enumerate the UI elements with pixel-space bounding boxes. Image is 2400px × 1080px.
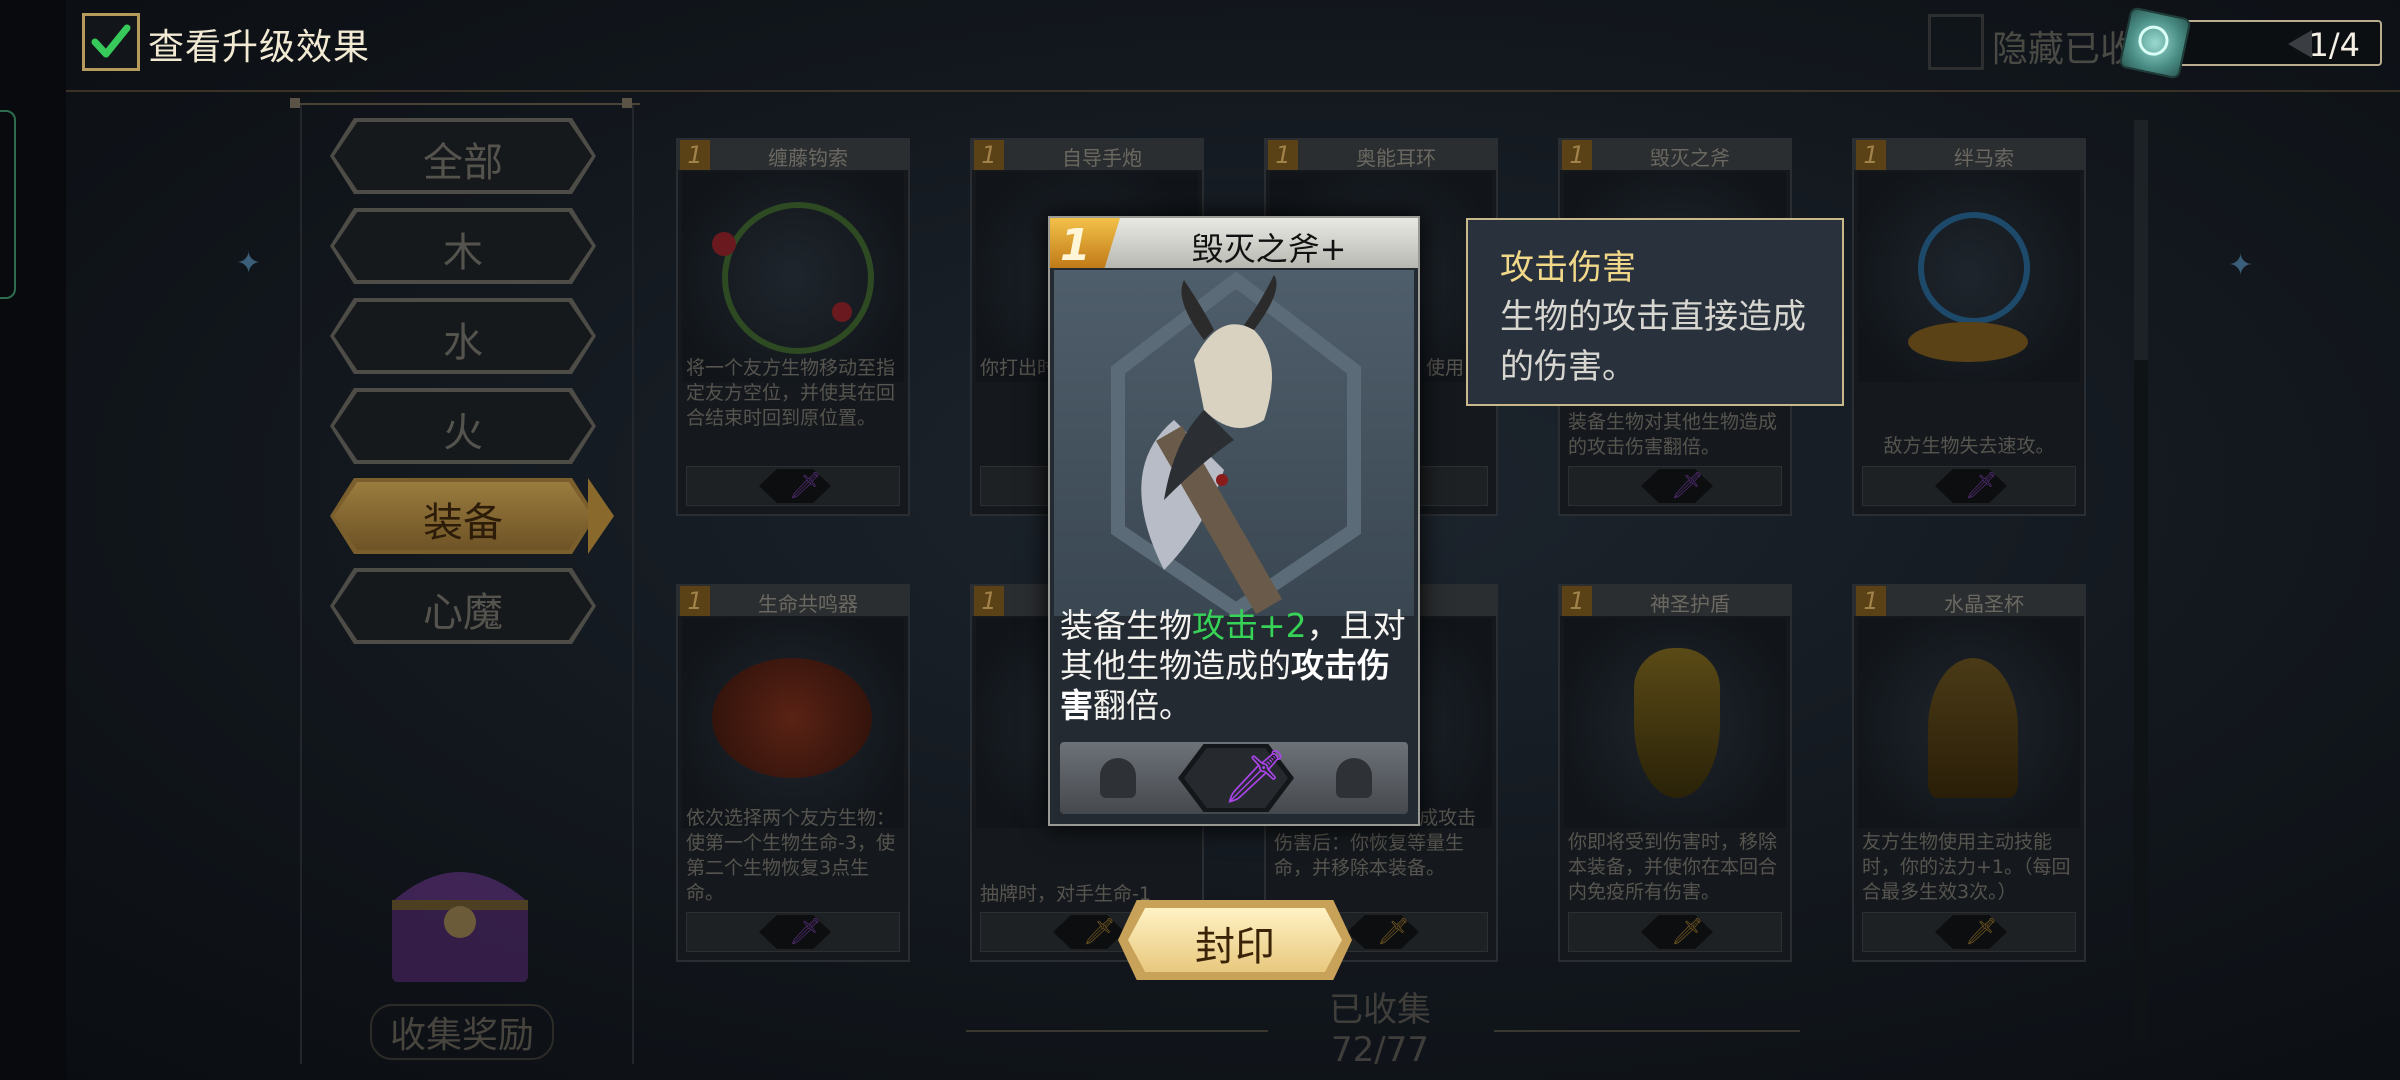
card-art — [1858, 618, 2080, 828]
collection-reward-button[interactable]: 收集奖励 — [370, 1004, 554, 1060]
show-upgrade-label[interactable]: 查看升级效果 — [148, 18, 370, 70]
card-desc: 敌方生物失去速攻。 — [1883, 435, 2055, 457]
card-name: 奥能耳环 — [1356, 146, 1436, 170]
filter-wood[interactable]: 木 — [330, 208, 596, 284]
divider-line — [966, 1030, 1268, 1032]
card-name: 绊马索 — [1954, 146, 2014, 170]
detail-name: 毁灭之斧+ — [1191, 230, 1347, 268]
dagger-icon: 🗡 — [1671, 917, 1705, 947]
dagger-icon: 🗡 — [789, 471, 823, 501]
card-level: 1 — [1268, 140, 1298, 170]
filter-inner-demon[interactable]: 心魔 — [330, 568, 596, 644]
card-level: 1 — [974, 140, 1004, 170]
filter-label: 水 — [443, 320, 483, 366]
card-list-scrollbar[interactable] — [2134, 120, 2148, 1040]
card-crystal-grail[interactable]: 1 水晶圣杯 友方生物使用主动技能时，你的法力+1。（每回合最多生效3次。） 🗡 — [1852, 584, 2086, 962]
card-art — [682, 618, 904, 828]
sparkle-icon: ✦ — [236, 246, 262, 281]
card-holy-shield[interactable]: 1 神圣护盾 你即将受到伤害时，移除本装备，并使你在本回合内免疫所有伤害。 🗡 — [1558, 584, 1792, 962]
rune-gem-icon — [2118, 6, 2192, 80]
card-name: 自导手炮 — [1062, 146, 1142, 170]
keyword-tooltip: 攻击伤害 生物的攻击直接造成的伤害。 — [1466, 218, 1844, 406]
card-slot: 🗡 — [686, 466, 900, 506]
dagger-icon: 🗡 — [1671, 471, 1705, 501]
filter-water[interactable]: 水 — [330, 298, 596, 374]
detail-level: 1 — [1060, 220, 1091, 271]
card-art — [1858, 172, 2080, 382]
dagger-icon: 🗡 — [789, 917, 823, 947]
tooltip-title: 攻击伤害 — [1500, 248, 1636, 288]
card-slot: 🗡 — [1862, 466, 2076, 506]
filter-label: 装备 — [423, 500, 503, 546]
card-name: 缠藤钩索 — [768, 146, 848, 170]
collected-counter: 已收集 72/77 — [1300, 990, 1460, 1070]
seal-button[interactable]: 封印 — [1118, 900, 1352, 980]
card-desc: 你即将受到伤害时，移除本装备，并使你在本回合内免疫所有伤害。 — [1568, 831, 1778, 903]
helmet-icon — [1100, 758, 1136, 798]
attack-bonus-highlight: 攻击+2 — [1192, 606, 1307, 645]
card-level: 1 — [680, 140, 710, 170]
card-slot: 🗡 — [1568, 912, 1782, 952]
header-divider — [66, 90, 2400, 92]
doom-axe-illustration — [1111, 271, 1361, 619]
detail-slot-bar: 🗡 — [1060, 742, 1408, 814]
seal-button-label: 封印 — [1195, 924, 1275, 970]
sparkle-icon: ✦ — [2228, 248, 2254, 283]
filter-label: 心魔 — [423, 590, 503, 636]
card-slot: 🗡 — [1568, 466, 1782, 506]
checkmark-icon — [91, 24, 131, 58]
card-name: 水晶圣杯 — [1944, 592, 2024, 616]
card-art — [682, 172, 904, 382]
card-desc: 友方生物使用主动技能时，你的法力+1。（每回合最多生效3次。） — [1862, 831, 2071, 903]
dagger-icon: 🗡 — [1083, 917, 1117, 947]
card-desc: 将一个友方生物移动至指定友方空位，并使其在回合结束时回到原位置。 — [686, 357, 896, 429]
card-vine-hook[interactable]: 1 缠藤钩索 将一个友方生物移动至指定友方空位，并使其在回合结束时回到原位置。 … — [676, 138, 910, 516]
hide-collected-checkbox[interactable] — [1928, 14, 1984, 70]
card-life-resonator[interactable]: 1 生命共鸣器 依次选择两个友方生物：使第一个生物生命-3，使第二个生物恢复3点… — [676, 584, 910, 962]
side-drawer-handle[interactable] — [0, 110, 16, 299]
show-upgrade-checkbox[interactable] — [82, 13, 140, 71]
filter-equipment[interactable]: 装备 — [330, 478, 596, 554]
filter-panel-top-bar — [270, 98, 660, 110]
collected-count: 72/77 — [1331, 1030, 1429, 1070]
dagger-icon: 🗡 — [1965, 917, 1999, 947]
card-name: 毁灭之斧 — [1650, 146, 1730, 170]
tooltip-body: 生物的攻击直接造成的伤害。 — [1500, 297, 1806, 387]
collected-label: 已收集 — [1329, 990, 1431, 1030]
card-desc: 装备生物对其他生物造成的攻击伤害翻倍。 — [1568, 411, 1778, 458]
selected-card-detail: 1 毁灭之斧+ 装备生物攻击+2，且对其他生物造成的攻击伤害翻倍。 🗡 — [1048, 216, 1420, 826]
dagger-icon: 🗡 — [1965, 471, 1999, 501]
card-name: 生命共鸣器 — [758, 592, 858, 616]
card-slot: 🗡 — [686, 912, 900, 952]
dagger-icon: 🗡 — [1377, 917, 1411, 947]
card-level: 1 — [1856, 140, 1886, 170]
dagger-icon: 🗡 — [1222, 747, 1289, 807]
card-level: 1 — [680, 586, 710, 616]
helmet-icon — [1336, 758, 1372, 798]
card-art — [1564, 618, 1786, 828]
page-indicator-text: 1/4 — [2308, 26, 2361, 64]
detail-description: 装备生物攻击+2，且对其他生物造成的攻击伤害翻倍。 — [1060, 606, 1406, 725]
filter-all[interactable]: 全部 — [330, 118, 596, 194]
card-level: 1 — [1856, 586, 1886, 616]
card-trip-rope[interactable]: 1 绊马索 敌方生物失去速攻。 🗡 — [1852, 138, 2086, 516]
hide-collected-label[interactable]: 隐藏已收 — [1992, 20, 2136, 72]
filter-label: 火 — [443, 410, 483, 456]
card-level: 1 — [1562, 140, 1592, 170]
card-slot: 🗡 — [1862, 912, 2076, 952]
card-desc: 依次选择两个友方生物：使第一个生物生命-3，使第二个生物恢复3点生命。 — [686, 807, 896, 904]
treasure-chest-icon[interactable] — [380, 842, 540, 992]
card-level: 1 — [974, 586, 1004, 616]
divider-line — [1494, 1030, 1800, 1032]
card-level: 1 — [1562, 586, 1592, 616]
filter-label: 全部 — [423, 140, 503, 186]
filter-fire[interactable]: 火 — [330, 388, 596, 464]
active-filter-arrow-icon — [588, 478, 614, 554]
card-name: 神圣护盾 — [1650, 592, 1730, 616]
filter-label: 木 — [443, 230, 483, 276]
detail-art — [1054, 270, 1414, 619]
